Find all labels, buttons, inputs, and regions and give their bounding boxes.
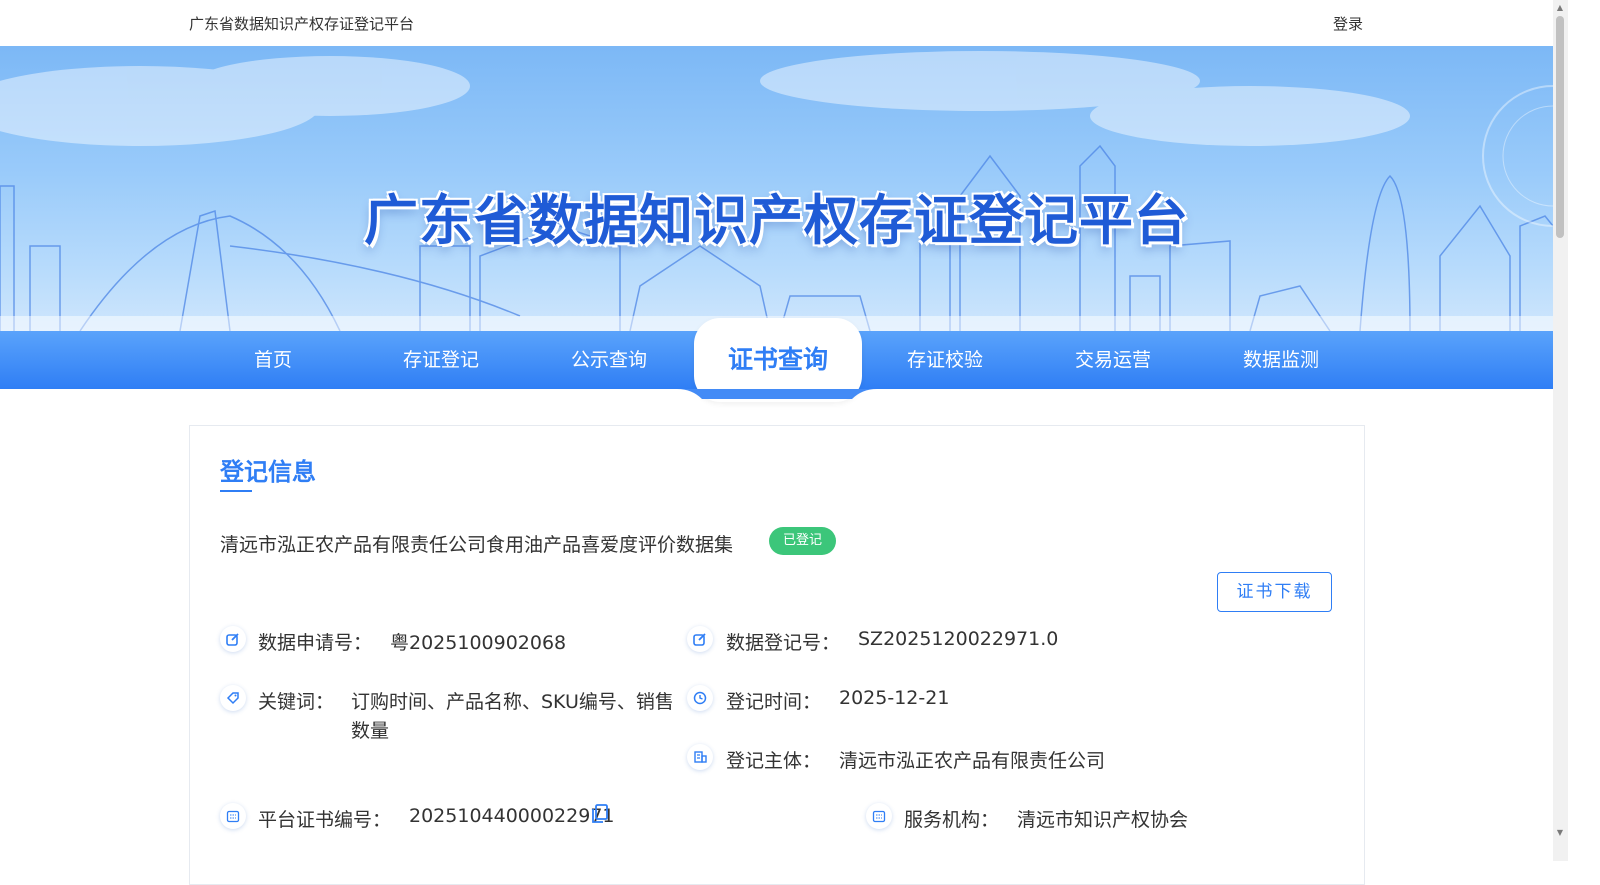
scroll-up-arrow-icon[interactable]: ▲ bbox=[1555, 3, 1565, 13]
main-nav: 首页 存证登记 公示查询 证书查询 存证校验 交易运营 数据监测 bbox=[0, 318, 1553, 402]
active-tab-notch bbox=[677, 389, 877, 399]
copy-icon[interactable] bbox=[591, 804, 609, 824]
reg-time-label: 登记时间： bbox=[726, 691, 822, 713]
section-title: 登记信息 bbox=[220, 458, 316, 486]
tag-icon bbox=[220, 685, 246, 711]
reg-no-label: 数据登记号： bbox=[726, 632, 841, 654]
top-bar: 广东省数据知识产权存证登记平台 登录 bbox=[0, 0, 1553, 46]
service-org-label: 服务机构： bbox=[904, 809, 1000, 831]
edit-icon bbox=[220, 626, 246, 652]
keywords-value-line1: 订购时间、产品名称、SKU编号、销售 bbox=[351, 691, 674, 713]
certificate-download-button[interactable]: 证书下载 bbox=[1217, 572, 1332, 612]
reg-subject-label: 登记主体： bbox=[726, 750, 822, 772]
nav-item-monitor[interactable]: 数据监测 bbox=[1197, 331, 1365, 389]
login-link[interactable]: 登录 bbox=[1333, 13, 1363, 34]
registration-info-card: 登记信息 清远市泓正农产品有限责任公司食用油产品喜爱度评价数据集 已登记 证书下… bbox=[189, 425, 1365, 885]
dataset-name: 清远市泓正农产品有限责任公司食用油产品喜爱度评价数据集 bbox=[220, 534, 734, 556]
hero-banner: 广东省数据知识产权存证登记平台 bbox=[0, 46, 1553, 331]
keywords-value-line2: 数量 bbox=[351, 720, 390, 742]
service-org-value: 清远市知识产权协会 bbox=[1017, 809, 1189, 831]
nav-item-home[interactable]: 首页 bbox=[189, 331, 357, 389]
calendar-icon bbox=[866, 803, 892, 829]
edit-icon bbox=[687, 626, 713, 652]
reg-subject-value: 清远市泓正农产品有限责任公司 bbox=[839, 750, 1106, 772]
status-badge: 已登记 bbox=[769, 527, 837, 555]
scrollbar-thumb[interactable] bbox=[1556, 16, 1564, 238]
scroll-down-arrow-icon[interactable]: ▼ bbox=[1555, 828, 1565, 838]
section-underline bbox=[220, 490, 252, 492]
clock-icon bbox=[687, 685, 713, 711]
reg-no-value: SZ2025120022971.0 bbox=[858, 628, 1059, 650]
apply-no-label: 数据申请号： bbox=[258, 632, 373, 654]
cert-no-value: 20251044000022971 bbox=[409, 805, 615, 827]
nav-item-public-query[interactable]: 公示查询 bbox=[525, 331, 693, 389]
keywords-label: 关键词： bbox=[258, 691, 335, 713]
reg-time-value: 2025-12-21 bbox=[839, 687, 950, 709]
nav-item-trading[interactable]: 交易运营 bbox=[1029, 331, 1197, 389]
building-icon bbox=[687, 744, 713, 770]
banner-title: 广东省数据知识产权存证登记平台 bbox=[364, 189, 1189, 252]
nav-item-verify[interactable]: 存证校验 bbox=[861, 331, 1029, 389]
apply-no-value: 粤2025100902068 bbox=[390, 632, 567, 654]
nav-item-register[interactable]: 存证登记 bbox=[357, 331, 525, 389]
cert-no-label: 平台证书编号： bbox=[258, 809, 392, 831]
site-title: 广东省数据知识产权存证登记平台 bbox=[189, 15, 415, 33]
calendar-icon bbox=[220, 803, 246, 829]
